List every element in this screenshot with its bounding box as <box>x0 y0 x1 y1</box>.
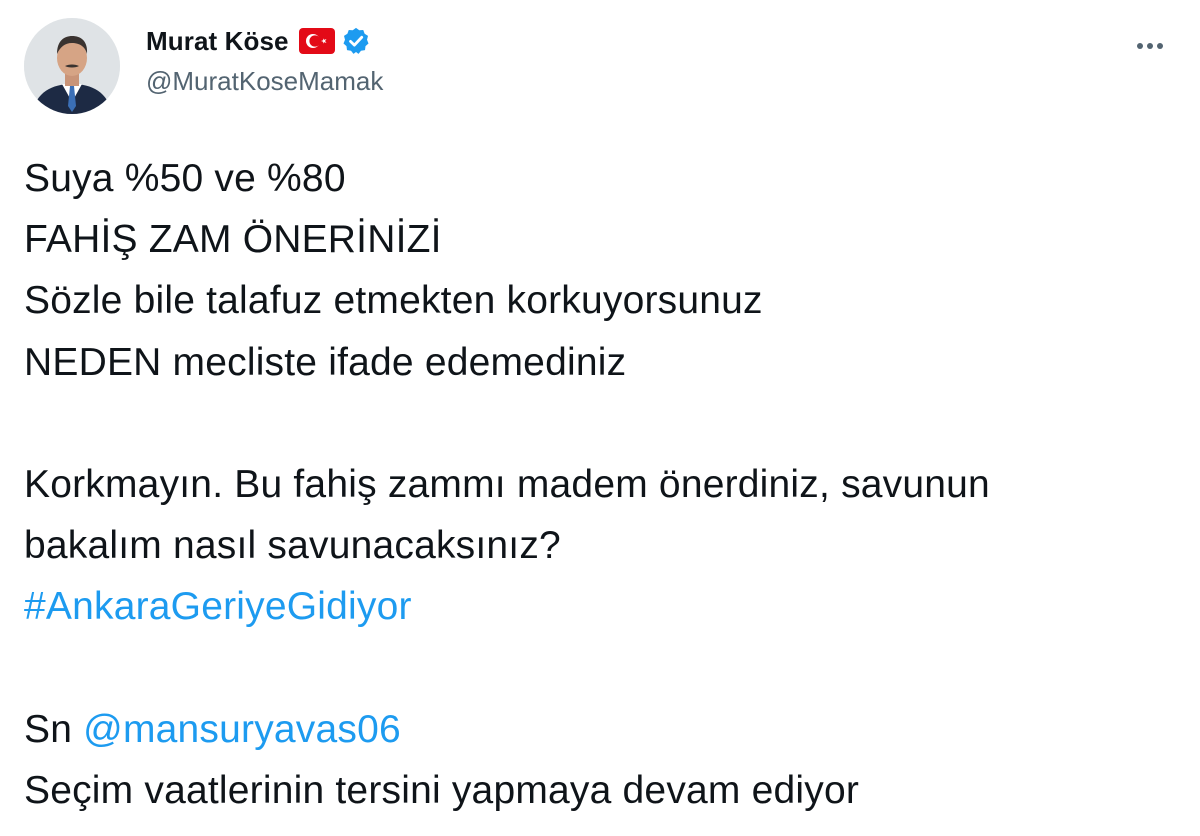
tweet-card: Murat Köse @MuratKoseMamak Suya %50 ve %… <box>0 0 1200 836</box>
verified-badge-icon <box>341 26 371 56</box>
tweet-line: bakalım nasıl savunacaksınız? <box>24 524 561 568</box>
avatar-photo <box>24 18 120 114</box>
tweet-line: Seçim vaatlerinin tersini yapmaya devam … <box>24 768 860 812</box>
tweet-header: Murat Köse @MuratKoseMamak <box>24 18 1176 114</box>
hashtag-link[interactable]: #AnkaraGeriyeGidiyor <box>24 585 412 628</box>
tweet-line: Korkmayın. Bu fahiş zammı madem önerdini… <box>24 462 990 506</box>
tweet-line: FAHİŞ ZAM ÖNERİNİZİ <box>24 218 442 262</box>
tweet-line: NEDEN mecliste ifade edemediniz <box>24 340 627 384</box>
author-handle[interactable]: @MuratKoseMamak <box>146 66 383 97</box>
name-row: Murat Köse <box>146 24 383 58</box>
display-name[interactable]: Murat Köse <box>146 26 289 57</box>
more-dots-icon <box>1137 43 1163 49</box>
hashtag-line: #AnkaraGeriyeGidiyor <box>24 576 1174 637</box>
turkey-flag-icon <box>298 28 335 54</box>
mention-link[interactable]: @mansuryavas06 <box>83 708 401 751</box>
tweet-line: Sözle bile talafuz etmekten korkuyorsunu… <box>24 279 763 323</box>
mention-line: Sn @mansuryavas06 <box>24 699 1174 760</box>
tweet-text: Suya %50 ve %80 FAHİŞ ZAM ÖNERİNİZİ Sözl… <box>24 148 1174 821</box>
author-names: Murat Köse @MuratKoseMamak <box>146 24 383 97</box>
avatar[interactable] <box>24 18 120 114</box>
tweet-line: Suya %50 ve %80 <box>24 157 346 200</box>
mention-prefix: Sn <box>24 707 73 751</box>
more-options-button[interactable] <box>1128 32 1172 60</box>
